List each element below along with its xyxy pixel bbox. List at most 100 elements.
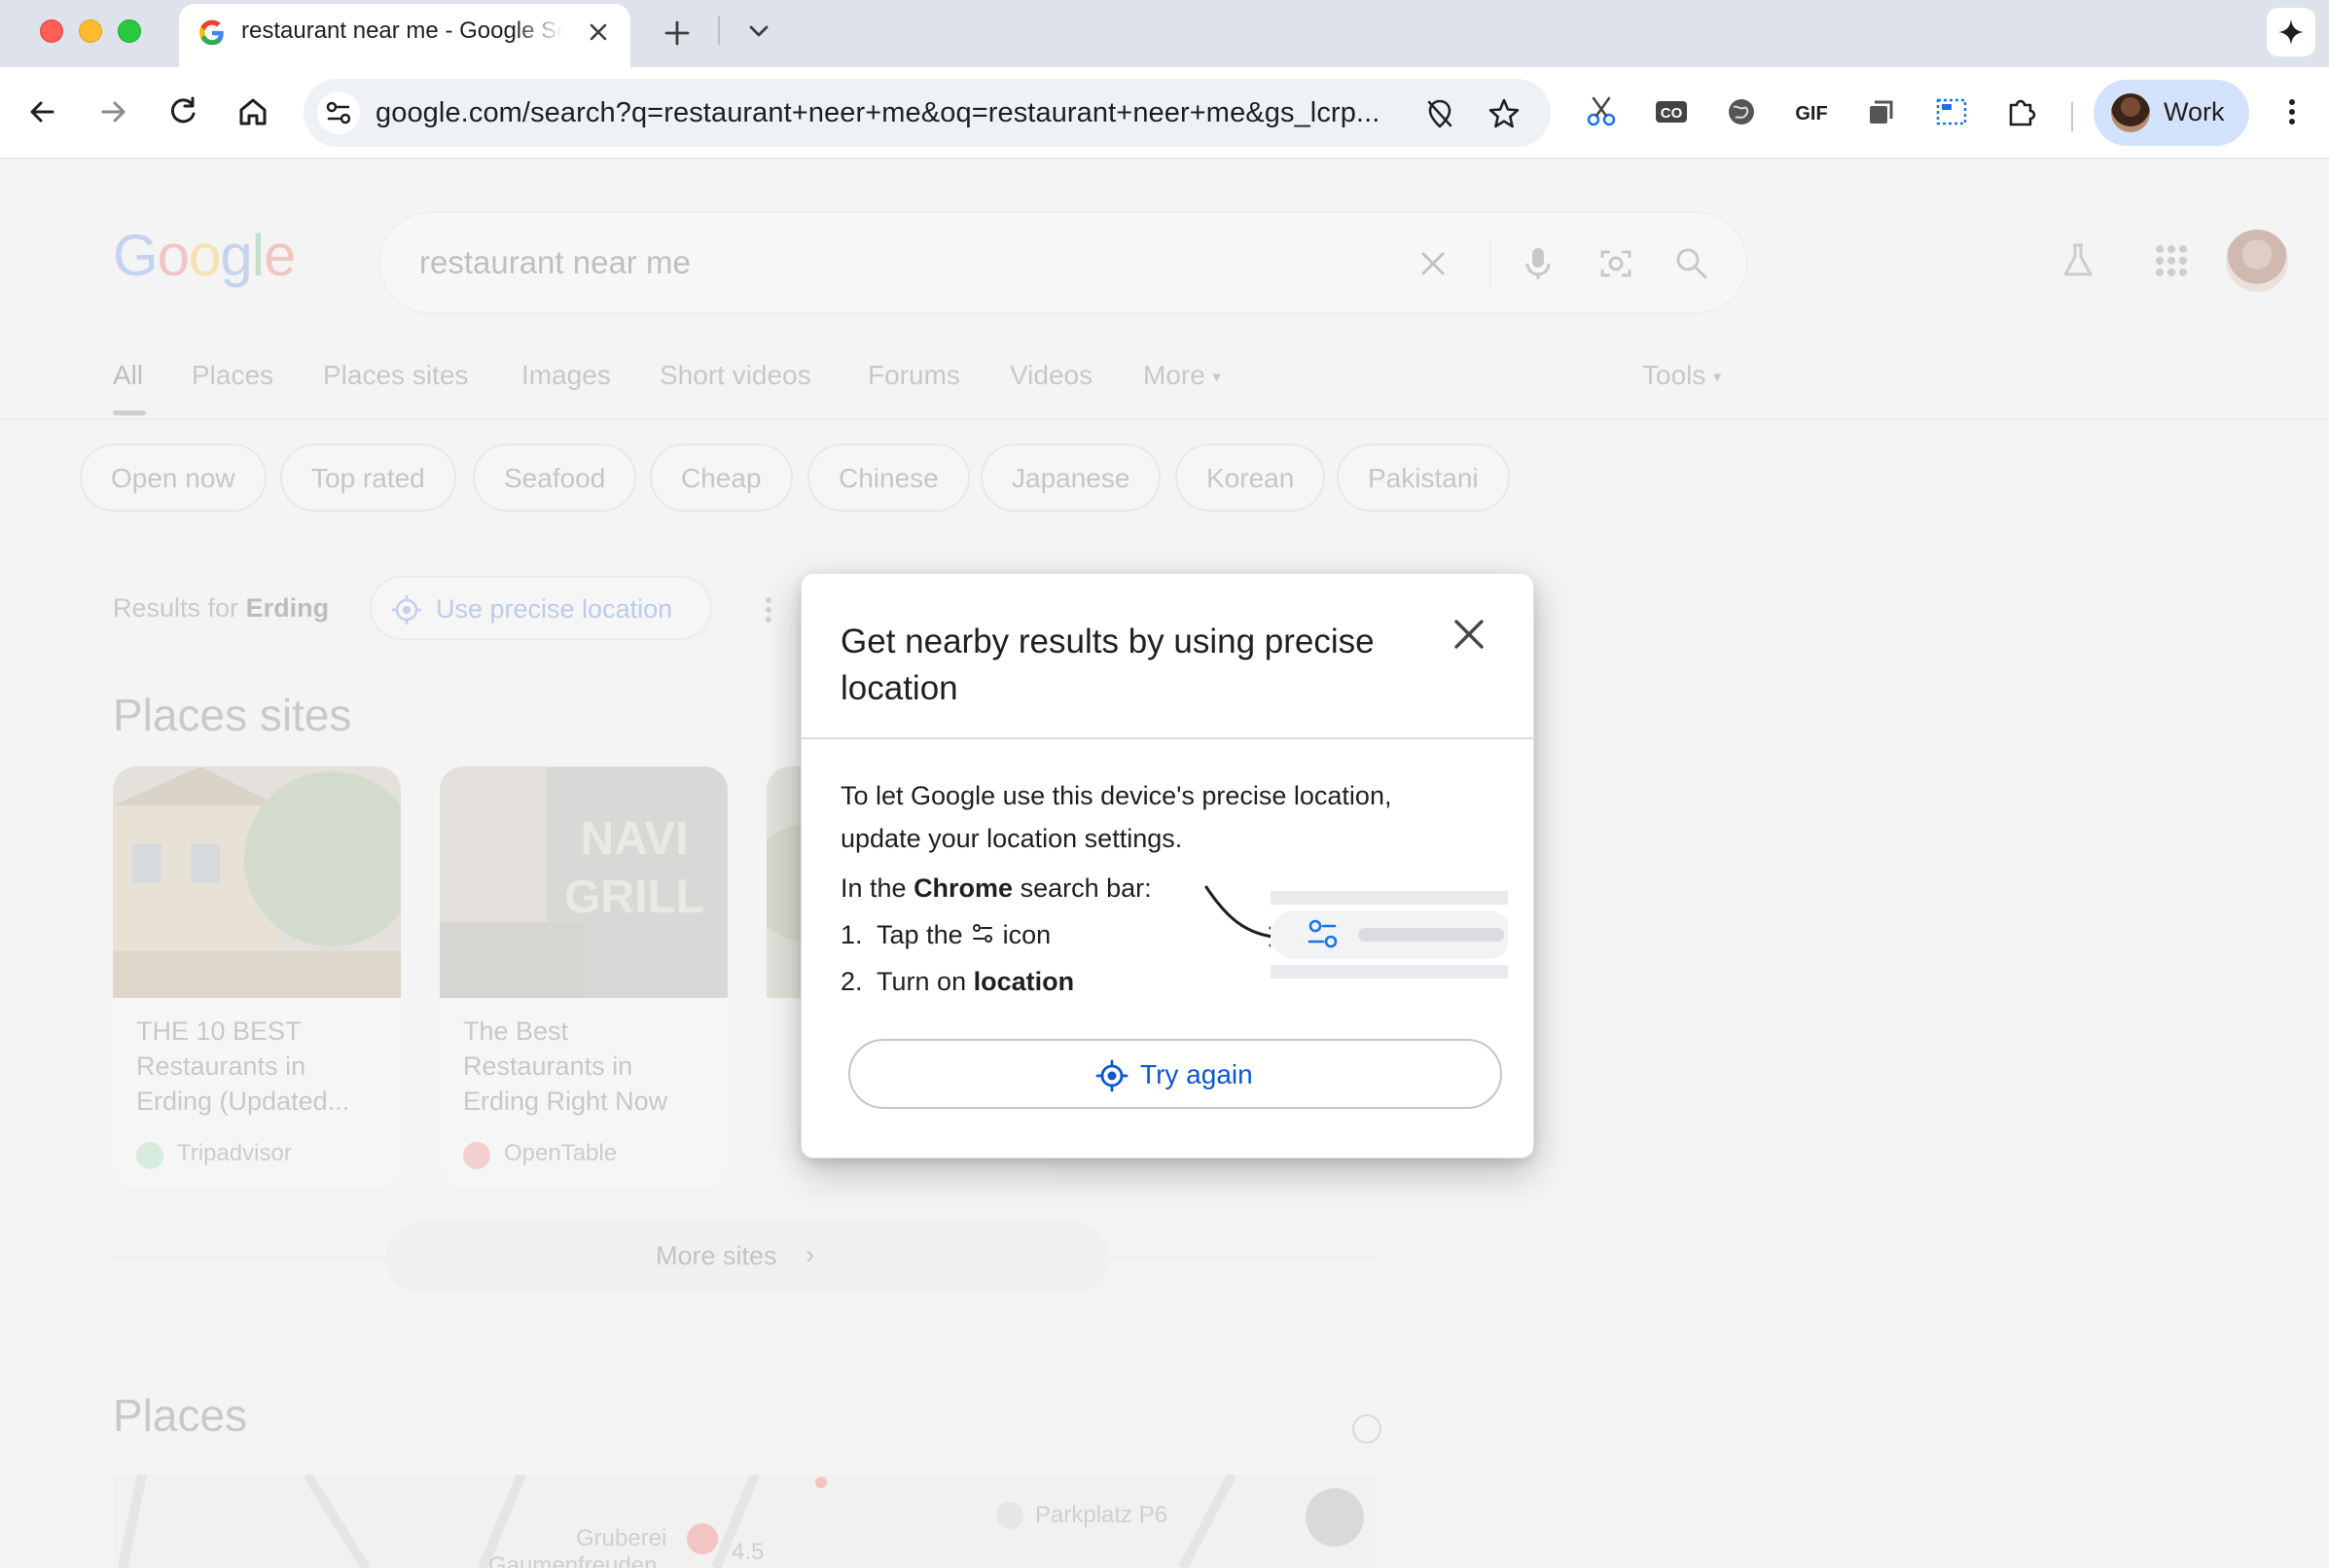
tab-search-chevron-icon[interactable] — [743, 14, 774, 49]
new-tab-icon[interactable] — [658, 14, 697, 53]
tab-short-videos[interactable]: Short videos — [660, 360, 811, 391]
precise-location-dialog: Get nearby results by using precise loca… — [802, 574, 1533, 1158]
use-precise-location-label: Use precise location — [436, 594, 673, 624]
gif-extension-icon[interactable]: GIF — [1790, 90, 1833, 133]
chip-japanese[interactable]: Japanese — [981, 444, 1162, 512]
more-sites-button[interactable]: More sites › — [385, 1222, 1109, 1294]
dialog-divider — [802, 737, 1533, 739]
tripadvisor-logo-icon — [136, 1142, 163, 1169]
location-blocked-icon[interactable] — [1422, 96, 1457, 131]
results-for-location: Results for Erding — [113, 593, 329, 624]
extensions-puzzle-icon[interactable] — [2000, 90, 2043, 133]
tab-more[interactable]: More ▾ — [1143, 360, 1221, 391]
browser-menu-icon[interactable] — [2275, 90, 2310, 133]
address-bar[interactable]: google.com/search?q=restaurant+neer+me&o… — [304, 79, 1551, 147]
dialog-step-2: 2. Turn on location — [841, 967, 1075, 996]
bookmark-star-icon[interactable] — [1487, 96, 1522, 131]
search-box-divider — [1489, 240, 1491, 287]
home-icon[interactable] — [232, 90, 274, 133]
place-site-card[interactable]: NAVI GRILL The Best Restaurants in Erdin… — [440, 766, 728, 1187]
window-minimize-button[interactable] — [79, 19, 102, 43]
globe-extension-icon[interactable] — [1720, 90, 1763, 133]
use-precise-location-button[interactable]: Use precise location — [370, 576, 712, 640]
tab-title: restaurant near me - Google Search — [241, 18, 562, 44]
tab-images[interactable]: Images — [521, 360, 611, 391]
chip-top-rated[interactable]: Top rated — [280, 444, 456, 512]
card-source: Tripadvisor — [177, 1140, 292, 1166]
clear-search-icon[interactable] — [1412, 242, 1454, 285]
labs-flask-icon[interactable] — [2057, 239, 2099, 282]
close-icon[interactable] — [1448, 613, 1490, 656]
tab-videos[interactable]: Videos — [1010, 360, 1093, 391]
try-again-button[interactable]: Try again — [848, 1039, 1502, 1109]
card-image: NAVI GRILL — [440, 766, 728, 998]
results-for-location-name: Erding — [245, 593, 330, 623]
browser-toolbar: google.com/search?q=restaurant+neer+me&o… — [0, 67, 2329, 159]
info-icon[interactable] — [1352, 1414, 1381, 1443]
scissors-extension-icon[interactable] — [1580, 90, 1623, 133]
more-options-icon[interactable] — [757, 593, 780, 626]
browser-tab-bar: restaurant near me - Google Search — [0, 0, 2329, 67]
nav-divider — [0, 418, 2329, 420]
chevron-right-icon: › — [806, 1239, 815, 1269]
tab-all[interactable]: All — [113, 360, 143, 391]
chip-pakistani[interactable]: Pakistani — [1337, 444, 1510, 512]
place-site-card[interactable]: THE 10 BEST Restaurants in Erding (Updat… — [113, 766, 401, 1187]
chevron-down-icon: ▾ — [1212, 369, 1221, 386]
google-logo[interactable]: Google — [113, 222, 297, 289]
gemini-button[interactable] — [2267, 8, 2315, 56]
tune-icon — [973, 924, 993, 943]
chip-seafood[interactable]: Seafood — [473, 444, 637, 512]
browser-tab-active[interactable]: restaurant near me - Google Search — [179, 4, 630, 67]
site-info-button[interactable] — [317, 91, 360, 134]
card-title: The Best Restaurants in Erding Right Now — [463, 1016, 668, 1116]
dialog-intro-line: In the Chrome search bar: — [841, 873, 1152, 903]
tab-forums[interactable]: Forums — [868, 360, 960, 391]
back-icon[interactable] — [21, 90, 64, 133]
svg-text:NAVI: NAVI — [580, 813, 688, 865]
chip-korean[interactable]: Korean — [1175, 444, 1326, 512]
tune-icon — [326, 101, 351, 125]
card-image — [113, 766, 401, 998]
search-box[interactable]: restaurant near me — [379, 212, 1747, 313]
profile-button[interactable]: Work — [2094, 80, 2249, 146]
svg-text:GRILL: GRILL — [564, 872, 704, 923]
window-close-button[interactable] — [40, 19, 63, 43]
tab-places[interactable]: Places — [192, 360, 273, 391]
my-location-icon — [392, 595, 421, 624]
chip-cheap[interactable]: Cheap — [650, 444, 793, 512]
dialog-body-text: To let Google use this device's precise … — [841, 781, 1392, 853]
tools-button[interactable]: Tools ▾ — [1642, 360, 1721, 391]
search-icon[interactable] — [1670, 242, 1713, 285]
url-text[interactable]: google.com/search?q=restaurant+neer+me&o… — [376, 97, 1426, 129]
reload-icon[interactable] — [161, 90, 204, 133]
tab-separator — [718, 16, 720, 45]
map-label: Gruberei — [576, 1525, 667, 1551]
lens-search-icon[interactable] — [1594, 242, 1637, 285]
account-avatar[interactable] — [2226, 230, 2288, 292]
forward-icon[interactable] — [91, 90, 134, 133]
tab-more-label: More — [1143, 360, 1205, 390]
chrome-search-bar-illustration — [1204, 885, 1508, 979]
chip-open-now[interactable]: Open now — [80, 444, 267, 512]
window-zoom-button[interactable] — [118, 19, 141, 43]
tab-places-sites[interactable]: Places sites — [323, 360, 468, 391]
places-map[interactable]: Parkplatz P6 Gruberei Gaumenfreuden 4.5 — [113, 1475, 1378, 1568]
chip-chinese[interactable]: Chinese — [807, 444, 970, 512]
google-apps-icon[interactable] — [2150, 239, 2193, 282]
try-again-label: Try again — [1140, 1059, 1253, 1089]
co-extension-icon[interactable]: CO — [1650, 90, 1693, 133]
active-tab-indicator — [113, 410, 146, 415]
opentable-logo-icon — [463, 1142, 490, 1169]
tab-stack-extension-icon[interactable] — [1860, 90, 1903, 133]
screenshot-extension-icon[interactable] — [1930, 90, 1973, 133]
search-query-text[interactable]: restaurant near me — [419, 244, 691, 281]
gemini-sparkle-icon — [2278, 19, 2304, 45]
svg-text:CO: CO — [1661, 105, 1683, 122]
my-location-icon — [1095, 1059, 1129, 1092]
svg-text:GIF: GIF — [1795, 103, 1827, 125]
toolbar-separator — [2071, 102, 2073, 131]
voice-search-icon[interactable] — [1517, 242, 1559, 285]
profile-label: Work — [2164, 97, 2225, 126]
tab-close-icon[interactable] — [584, 18, 613, 47]
